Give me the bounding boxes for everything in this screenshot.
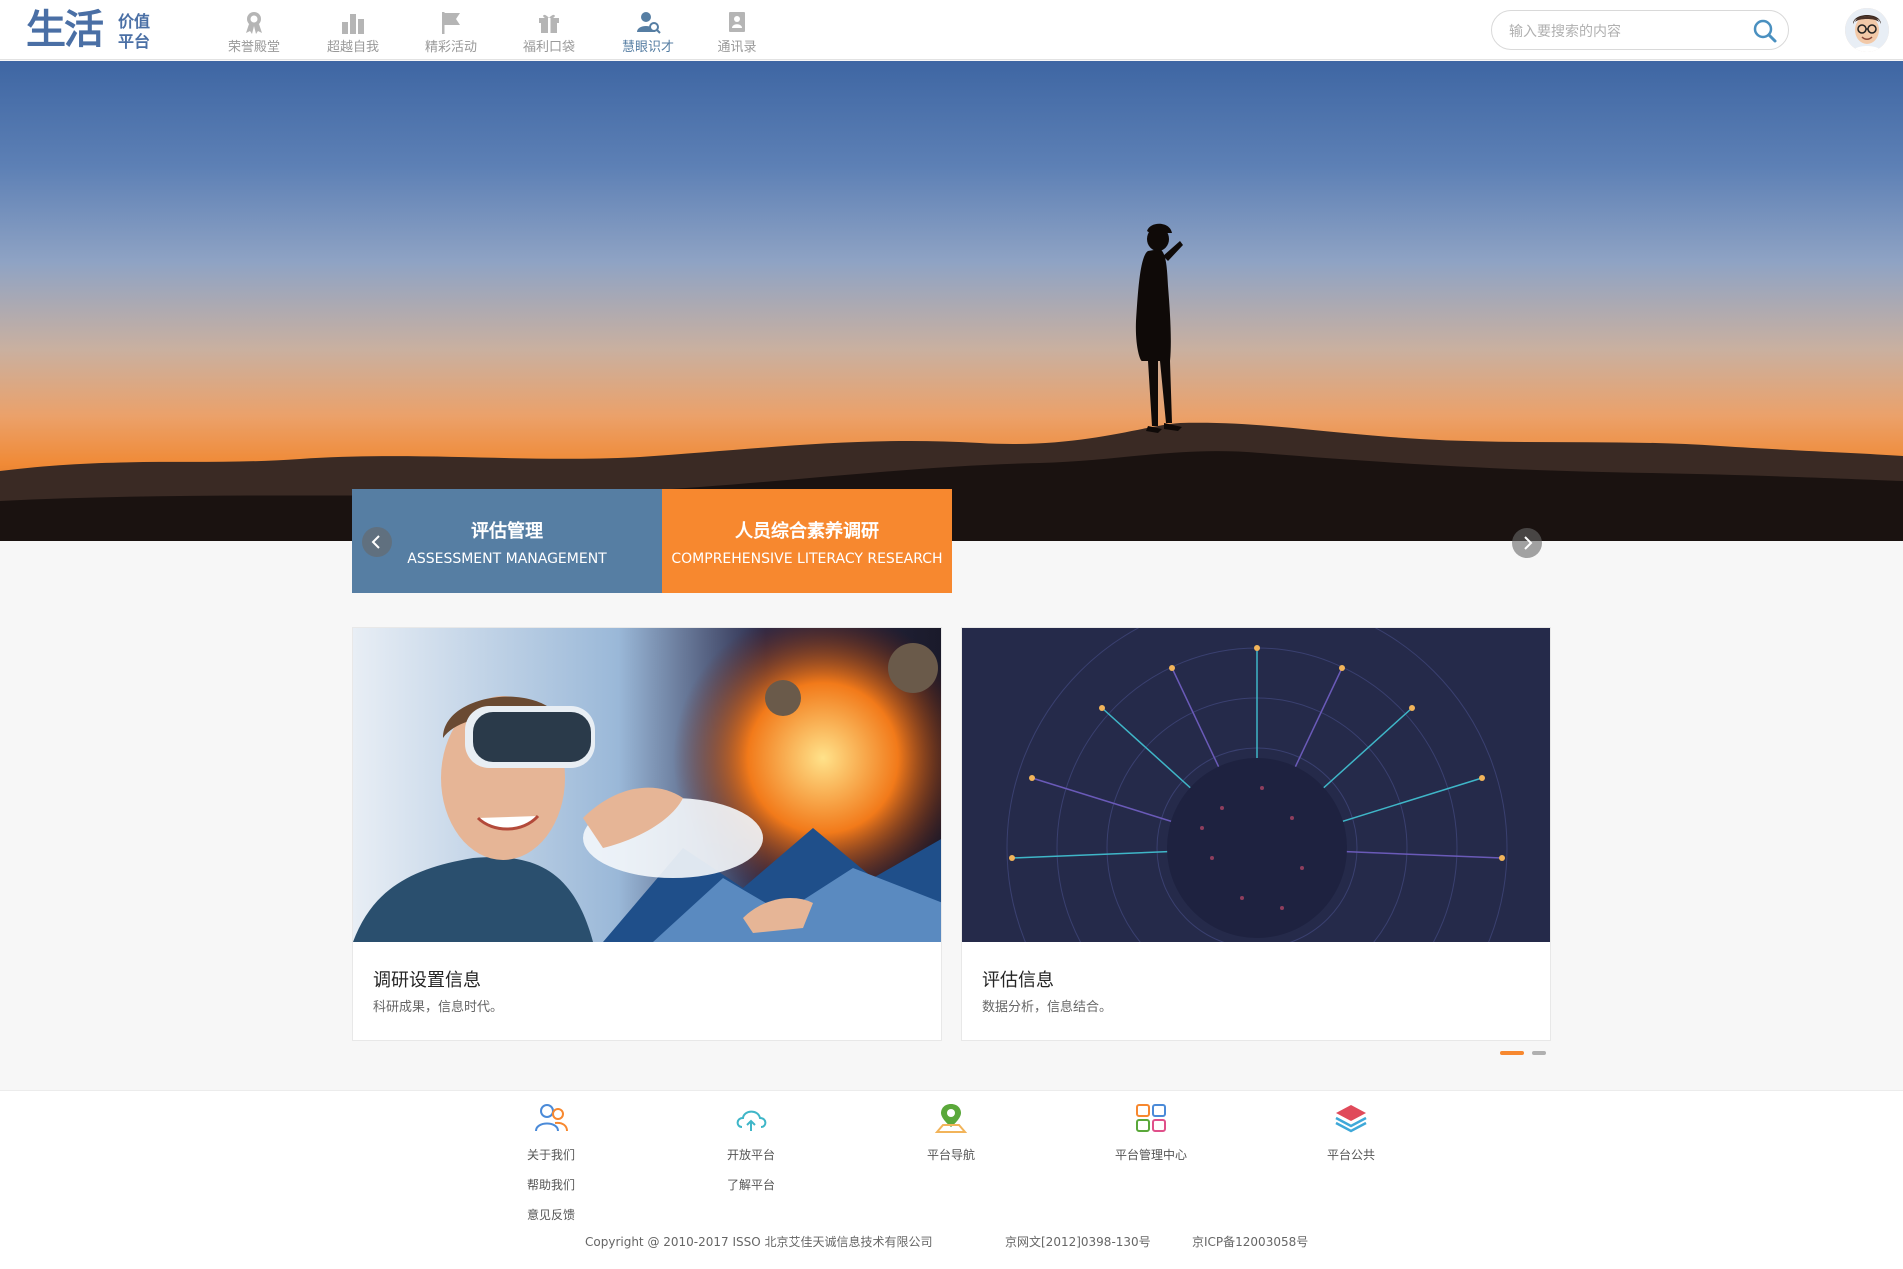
hero-landscape-image	[0, 223, 1903, 541]
hero-banner	[0, 61, 1903, 541]
medal-icon	[246, 12, 262, 34]
nav-item-contacts[interactable]: 通讯录	[697, 6, 777, 58]
footer-link-learn-platform[interactable]: 了解平台	[691, 1175, 811, 1195]
footer-link-management[interactable]: 平台管理中心	[1091, 1145, 1211, 1165]
page-footer: 关于我们 帮助我们 意见反馈 开放平台 了解平台 平台导航 平台管理中心 平台公…	[0, 1090, 1903, 1269]
nav-label: 荣誉殿堂	[227, 40, 280, 55]
search-box	[1491, 10, 1789, 50]
footer-link-feedback[interactable]: 意见反馈	[491, 1205, 611, 1225]
nav-item-benefits[interactable]: 福利口袋	[509, 6, 589, 58]
card-assessment-info[interactable]: 评估信息 数据分析，信息结合。	[961, 627, 1551, 1041]
chevron-right-icon	[1524, 536, 1533, 550]
search-input[interactable]	[1507, 21, 1731, 43]
bar-chart-icon	[342, 14, 364, 34]
data-viz-illustration	[962, 628, 1550, 942]
license-text-1: 京网文[2012]0398-130号	[1005, 1235, 1151, 1249]
nav-label: 通讯录	[717, 40, 757, 55]
grid-icon	[1136, 1104, 1166, 1132]
data-viz-image	[962, 628, 1550, 942]
gift-icon	[539, 14, 559, 33]
logo-sub-line2: 平台	[118, 32, 151, 51]
nav-label: 超越自我	[326, 40, 379, 55]
copyright-text: Copyright @ 2010-2017 ISSO 北京艾佳天诚信息技术有限公…	[585, 1235, 933, 1249]
card-description: 科研成果，信息时代。	[373, 1000, 504, 1015]
tab-subtitle: ASSESSMENT MANAGEMENT	[407, 551, 607, 567]
contacts-icon	[729, 12, 745, 32]
nav-label: 慧眼识才	[621, 40, 674, 55]
user-search-icon	[637, 12, 661, 34]
vr-illustration	[353, 628, 941, 942]
footer-column-open-platform: 开放平台 了解平台	[691, 1101, 811, 1195]
user-avatar[interactable]	[1845, 8, 1889, 52]
tab-title: 评估管理	[471, 521, 543, 542]
logo-sub-line1: 价值	[118, 12, 151, 31]
users-icon	[535, 1104, 568, 1132]
footer-link-help[interactable]: 帮助我们	[491, 1175, 611, 1195]
layers-icon	[1335, 1105, 1367, 1133]
card-research-settings[interactable]: 调研设置信息 科研成果，信息时代。	[352, 627, 942, 1041]
tab-title: 人员综合素养调研	[735, 521, 879, 542]
nav-label: 精彩活动	[424, 40, 477, 55]
pager-dot-inactive[interactable]	[1532, 1051, 1546, 1055]
card-description: 数据分析，信息结合。	[982, 1000, 1113, 1015]
pager-dot-active[interactable]	[1500, 1051, 1524, 1055]
license-text-2: 京ICP备12003058号	[1192, 1235, 1309, 1249]
tab-subtitle: COMPREHENSIVE LITERACY RESEARCH	[671, 551, 943, 567]
footer-column-about: 关于我们 帮助我们 意见反馈	[491, 1101, 611, 1225]
vr-image	[353, 628, 941, 942]
footer-column-navigation: 平台导航	[891, 1101, 1011, 1165]
tab-assessment-management[interactable]: 评估管理 ASSESSMENT MANAGEMENT	[352, 489, 662, 593]
footer-link-open-platform[interactable]: 开放平台	[691, 1145, 811, 1165]
nav-item-surpass[interactable]: 超越自我	[313, 6, 393, 58]
cloud-icon	[736, 1110, 767, 1131]
search-icon[interactable]	[1752, 18, 1778, 44]
user-avatar-icon	[1845, 8, 1889, 52]
top-header: 生活 价值 平台 荣誉殿堂 超越自我 精彩活动 福利口袋 慧眼识才 通讯录 输入…	[0, 0, 1903, 60]
logo-sub-text: 价值 平台	[118, 12, 158, 52]
tab-literacy-research[interactable]: 人员综合素养调研 COMPREHENSIVE LITERACY RESEARCH	[662, 489, 952, 593]
chevron-left-icon	[371, 535, 380, 549]
nav-item-activities[interactable]: 精彩活动	[411, 6, 491, 58]
prev-slide-button[interactable]	[362, 527, 392, 557]
card-title: 评估信息	[982, 970, 1054, 991]
nav-item-talent[interactable]: 慧眼识才	[608, 6, 688, 58]
logo-main-text: 生活	[26, 7, 104, 53]
card-title: 调研设置信息	[373, 970, 481, 991]
map-pin-icon	[934, 1104, 968, 1133]
nav-label: 福利口袋	[522, 40, 575, 55]
flag-icon	[442, 12, 460, 34]
footer-link-about[interactable]: 关于我们	[491, 1145, 611, 1165]
nav-item-honor[interactable]: 荣誉殿堂	[214, 6, 294, 58]
footer-link-nav[interactable]: 平台导航	[891, 1145, 1011, 1165]
next-slide-button[interactable]	[1512, 528, 1542, 558]
footer-column-public: 平台公共	[1291, 1101, 1411, 1165]
footer-column-management: 平台管理中心	[1091, 1101, 1211, 1165]
footer-link-public[interactable]: 平台公共	[1291, 1145, 1411, 1165]
